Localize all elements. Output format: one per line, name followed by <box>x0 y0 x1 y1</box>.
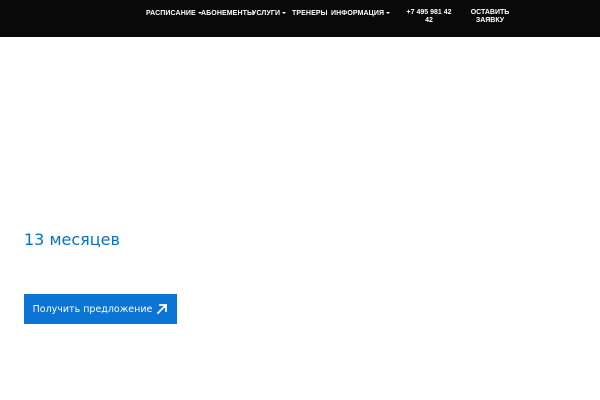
top-navigation-bar: РАСПИСАНИЕ АБОНЕМЕНТЫ УСЛУГИ ТРЕНЕРЫ ИНФ… <box>0 0 600 37</box>
phone-link[interactable]: +7 495 981 42 42 <box>404 9 454 25</box>
nav-item-trainers[interactable]: ТРЕНЕРЫ <box>292 9 328 18</box>
nav-item-services[interactable]: УСЛУГИ <box>252 9 287 18</box>
nav-item-services-label: УСЛУГИ <box>252 10 281 17</box>
get-offer-button[interactable]: Получить предложение <box>24 294 177 324</box>
leave-request-button[interactable]: ОСТАВИТЬ ЗАЯВКУ <box>468 9 512 25</box>
leave-request-line-2: ЗАЯВКУ <box>475 17 505 24</box>
hero-headline: 13 месяцев <box>24 230 120 249</box>
nav-item-information[interactable]: ИНФОРМАЦИЯ <box>331 9 391 18</box>
phone-line-2: 42 <box>425 17 433 24</box>
nav-item-schedule-label: РАСПИСАНИЕ <box>146 10 196 17</box>
chevron-down-icon <box>282 12 287 14</box>
get-offer-button-label: Получить предложение <box>32 303 153 315</box>
chevron-down-icon <box>386 12 391 14</box>
leave-request-line-1: ОСТАВИТЬ <box>470 9 510 16</box>
nav-item-memberships[interactable]: АБОНЕМЕНТЫ <box>201 9 254 18</box>
nav-item-schedule[interactable]: РАСПИСАНИЕ <box>146 9 202 18</box>
arrow-up-right-icon <box>156 303 168 315</box>
nav-item-information-label: ИНФОРМАЦИЯ <box>331 10 385 17</box>
nav-item-memberships-label: АБОНЕМЕНТЫ <box>201 10 254 17</box>
phone-line-1: +7 495 981 42 <box>406 9 452 16</box>
nav-item-trainers-label: ТРЕНЕРЫ <box>292 10 328 17</box>
